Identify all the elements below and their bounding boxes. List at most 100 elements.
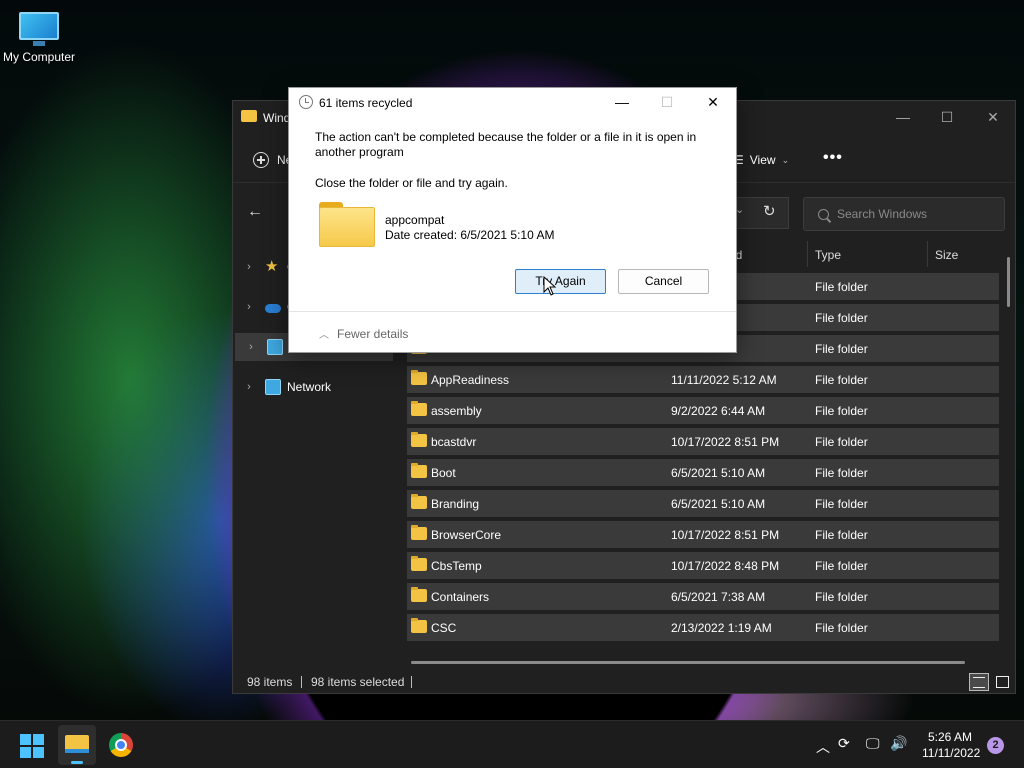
taskbar-file-explorer[interactable] xyxy=(58,725,96,765)
chevron-right-icon[interactable]: › xyxy=(239,261,259,273)
sync-icon[interactable]: ⟳ xyxy=(838,735,850,752)
folder-icon xyxy=(411,525,427,540)
dialog-instruction: Close the folder or file and try again. xyxy=(315,176,508,190)
folder-icon xyxy=(319,202,375,248)
taskbar: ︿ ⟳ 🖵 🔊 5:26 AM 11/11/2022 2 xyxy=(0,720,1024,768)
monitor-icon xyxy=(267,339,283,355)
date-modified-cell: 10/17/2022 8:48 PM xyxy=(671,559,780,573)
file-name-cell: Branding xyxy=(431,497,480,511)
view-button[interactable]: ☰ View ⌄ xyxy=(733,153,789,167)
chevron-up-icon: ︿ xyxy=(319,330,329,341)
type-cell: File folder xyxy=(815,280,868,294)
table-row[interactable]: CbsTemp 10/17/2022 8:48 PM File folder xyxy=(407,552,999,579)
volume-icon[interactable]: 🔊 xyxy=(890,735,907,752)
file-in-use-dialog: 61 items recycled — ☐ ✕ The action can't… xyxy=(288,87,737,353)
back-arrow-icon[interactable]: ← xyxy=(247,203,263,221)
file-name-cell: CSC xyxy=(431,621,457,635)
date-modified-cell: 6/5/2021 5:10 AM xyxy=(671,497,766,511)
more-options-button[interactable]: ••• xyxy=(823,149,843,167)
fewer-details-label: Fewer details xyxy=(337,326,409,341)
refresh-icon[interactable]: ↻ xyxy=(763,202,776,220)
dialog-footer: ︿ Fewer details xyxy=(289,311,736,353)
star-icon: ★ xyxy=(265,258,279,275)
maximize-button[interactable]: ☐ xyxy=(927,107,967,127)
close-button[interactable]: ✕ xyxy=(973,107,1013,127)
table-row[interactable]: assembly 9/2/2022 6:44 AM File folder xyxy=(407,397,999,424)
table-row[interactable]: bcastdvr 10/17/2022 8:51 PM File folder xyxy=(407,428,999,455)
start-button[interactable] xyxy=(20,734,44,758)
column-header-type[interactable]: Type xyxy=(815,248,841,262)
column-header-size[interactable]: Size xyxy=(935,248,958,262)
cancel-button[interactable]: Cancel xyxy=(618,269,709,294)
folder-icon xyxy=(241,110,257,122)
try-again-button[interactable]: Try Again xyxy=(515,269,606,294)
network-tray-icon[interactable]: 🖵 xyxy=(866,735,880,752)
item-count: 98 items xyxy=(247,675,293,689)
table-row[interactable]: Branding 6/5/2021 5:10 AM File folder xyxy=(407,490,999,517)
type-cell: File folder xyxy=(815,311,868,325)
file-name-cell: bcastdvr xyxy=(431,435,477,449)
table-row[interactable]: BrowserCore 10/17/2022 8:51 PM File folder xyxy=(407,521,999,548)
dialog-minimize-button[interactable]: — xyxy=(602,92,642,112)
desktop-icon-label: My Computer xyxy=(2,50,76,64)
plus-icon xyxy=(253,152,269,168)
chevron-right-icon[interactable]: › xyxy=(239,381,259,393)
search-icon xyxy=(815,206,832,222)
vertical-scrollbar[interactable] xyxy=(1007,257,1010,307)
folder-icon xyxy=(411,587,427,602)
new-button[interactable]: Ne xyxy=(253,152,292,168)
dialog-close-button[interactable]: ✕ xyxy=(693,92,733,112)
minimize-button[interactable]: — xyxy=(883,107,923,127)
network-icon xyxy=(265,379,281,395)
chevron-down-icon: ⌄ xyxy=(781,154,790,165)
type-cell: File folder xyxy=(815,497,868,511)
folder-icon xyxy=(411,494,427,509)
file-date: Date created: 6/5/2021 5:10 AM xyxy=(385,228,555,242)
search-input[interactable]: Search Windows xyxy=(803,197,1005,231)
chevron-right-icon[interactable]: › xyxy=(239,301,259,313)
file-name-cell: Boot xyxy=(431,466,456,480)
desktop-icon-my-computer[interactable]: My Computer xyxy=(0,6,78,64)
clock-date[interactable]: 11/11/2022 xyxy=(922,746,980,760)
chevron-right-icon[interactable]: › xyxy=(241,341,261,353)
folder-icon xyxy=(411,432,427,447)
folder-icon xyxy=(411,370,427,385)
explorer-title: Wind xyxy=(263,111,291,125)
table-row[interactable]: CSC 2/13/2022 1:19 AM File folder xyxy=(407,614,999,641)
folder-icon xyxy=(411,463,427,478)
fewer-details-toggle[interactable]: ︿ Fewer details xyxy=(319,326,409,342)
taskbar-chrome[interactable] xyxy=(109,733,133,757)
search-placeholder: Search Windows xyxy=(837,207,928,221)
folder-icon xyxy=(411,401,427,416)
file-name-cell: Containers xyxy=(431,590,490,604)
type-cell: File folder xyxy=(815,342,868,356)
table-row[interactable]: Boot 6/5/2021 5:10 AM File folder xyxy=(407,459,999,486)
date-modified-cell: 10/17/2022 8:51 PM xyxy=(671,528,780,542)
dialog-message: The action can't be completed because th… xyxy=(315,130,697,159)
file-name-cell: assembly xyxy=(431,404,482,418)
dialog-maximize-button: ☐ xyxy=(660,94,674,110)
horizontal-scrollbar[interactable] xyxy=(411,661,965,664)
date-modified-cell: 2/13/2022 1:19 AM xyxy=(671,621,772,635)
file-name-cell: BrowserCore xyxy=(431,528,502,542)
date-modified-cell: 6/5/2021 5:10 AM xyxy=(671,466,766,480)
notification-badge[interactable]: 2 xyxy=(987,737,1004,754)
selected-count: 98 items selected xyxy=(311,675,405,689)
recycle-progress-icon xyxy=(299,95,313,109)
folder-icon xyxy=(65,735,89,753)
date-modified-cell: 10/17/2022 8:51 PM xyxy=(671,435,780,449)
date-modified-cell: 11/11/2022 5:12 AM xyxy=(671,373,777,387)
chevron-up-icon[interactable]: ︿ xyxy=(816,737,830,757)
clock-time[interactable]: 5:26 AM xyxy=(928,730,972,744)
table-row[interactable]: Containers 6/5/2021 7:38 AM File folder xyxy=(407,583,999,610)
details-view-icon[interactable] xyxy=(969,673,989,691)
table-row[interactable]: AppReadiness 11/11/2022 5:12 AM File folde… xyxy=(407,366,999,393)
dialog-title: 61 items recycled xyxy=(319,96,413,110)
type-cell: File folder xyxy=(815,590,868,604)
type-cell: File folder xyxy=(815,559,868,573)
active-indicator xyxy=(71,761,83,764)
type-cell: File folder xyxy=(815,435,868,449)
nav-item-network[interactable]: › Network xyxy=(233,373,391,401)
onedrive-icon xyxy=(265,304,281,313)
tiles-view-icon[interactable] xyxy=(993,673,1011,691)
